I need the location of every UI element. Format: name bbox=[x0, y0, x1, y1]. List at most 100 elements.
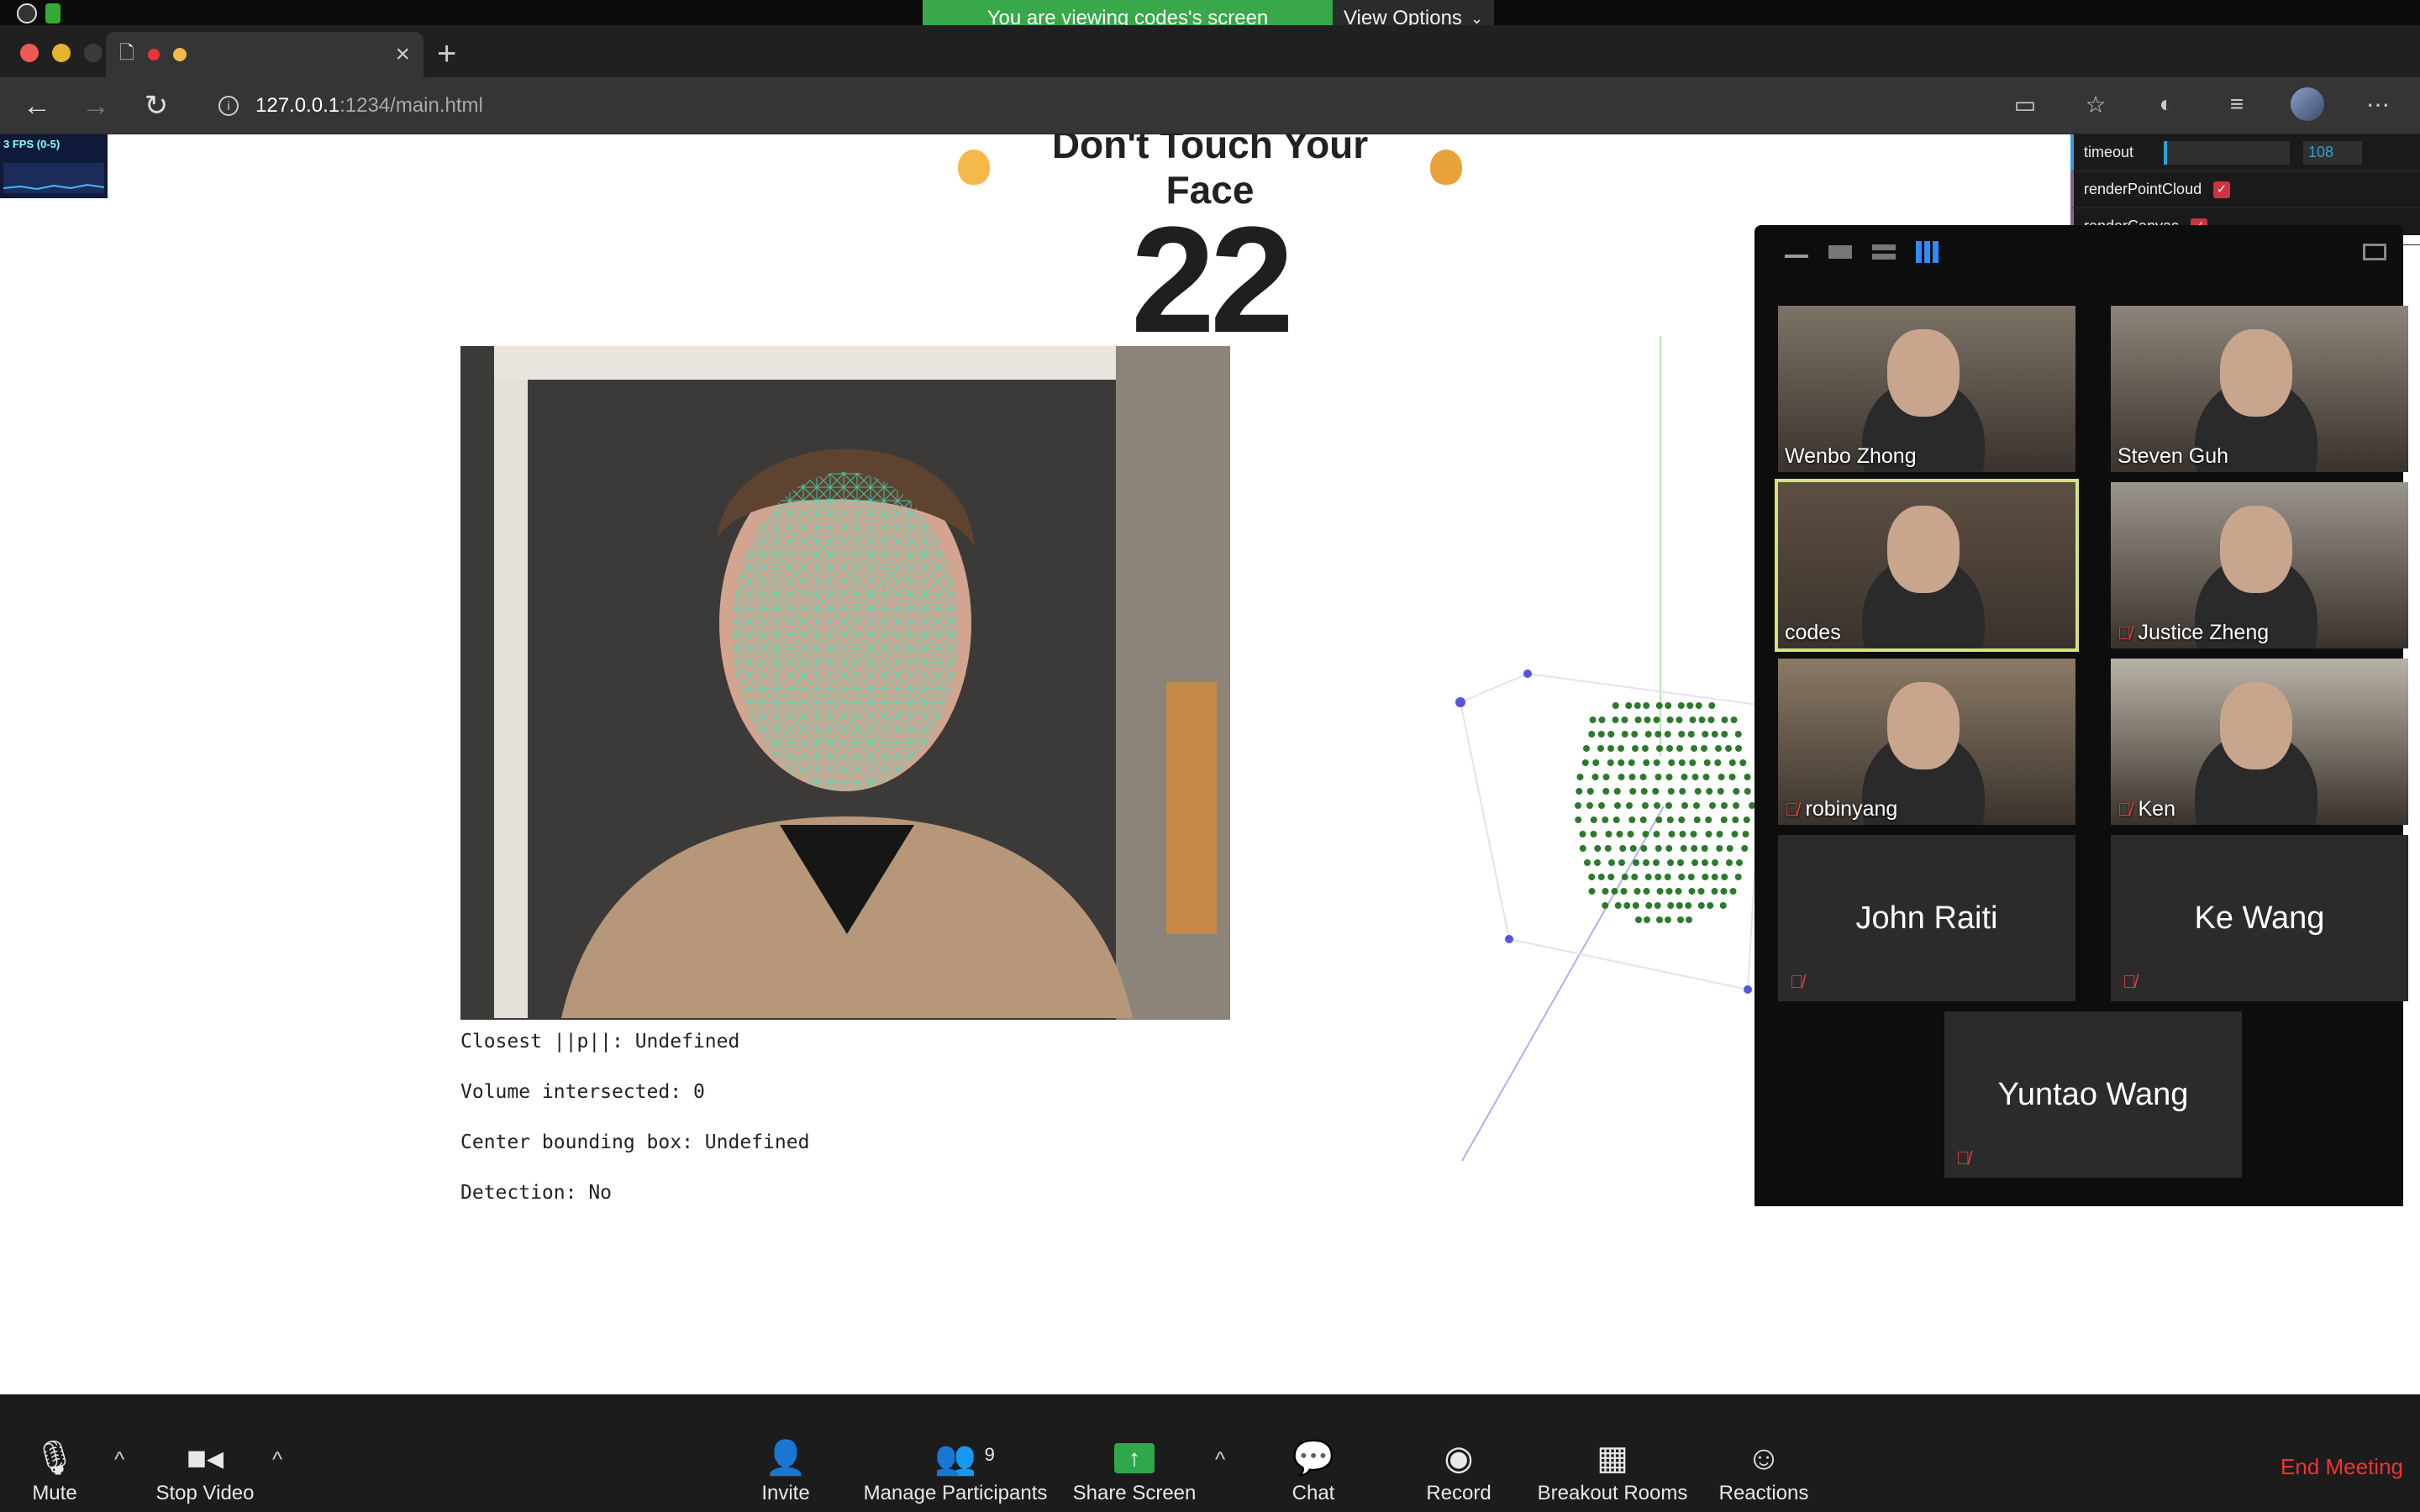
participant-video bbox=[2220, 506, 2292, 593]
browser-toolbar-icons: ▭ ☆ ◐ ≡ ⋯ bbox=[2008, 87, 2395, 121]
point-cloud-view bbox=[1455, 336, 1765, 1162]
cloud-point bbox=[1618, 759, 1625, 766]
cloud-point bbox=[1653, 859, 1660, 866]
minimize-window-icon[interactable] bbox=[52, 44, 71, 62]
cloud-point bbox=[1629, 845, 1637, 852]
cloud-point bbox=[1602, 774, 1610, 780]
participant-count-badge: 9 bbox=[984, 1444, 995, 1465]
participant-tile[interactable]: Steven Guh bbox=[2111, 306, 2408, 472]
participant-tile[interactable]: John Raiti 🎙̸ bbox=[1778, 835, 2075, 1001]
cloud-point bbox=[1691, 859, 1698, 866]
cloud-point bbox=[1736, 859, 1743, 866]
muted-mic-icon: 🎙̸ bbox=[1956, 1147, 1970, 1168]
cloud-point bbox=[1697, 902, 1705, 909]
star-icon[interactable]: ☆ bbox=[2079, 91, 2112, 118]
site-info-icon[interactable]: i bbox=[218, 96, 239, 116]
participant-tile[interactable]: 🎙̸ Ken bbox=[2111, 659, 2408, 825]
cloud-point bbox=[1612, 702, 1619, 709]
cloud-point bbox=[1678, 759, 1686, 766]
forward-arrow-icon[interactable]: → bbox=[77, 87, 114, 124]
camera-icon[interactable]: ▭ bbox=[2008, 91, 2042, 118]
participant-video bbox=[1887, 329, 1960, 417]
participant-tile[interactable]: 🎙̸ Justice Zheng bbox=[2111, 482, 2408, 648]
cloud-point bbox=[1656, 916, 1663, 923]
minimize-view-icon[interactable] bbox=[1785, 246, 1808, 258]
cloud-point bbox=[1575, 802, 1581, 809]
cloud-point bbox=[1691, 745, 1697, 752]
participant-video bbox=[2220, 682, 2292, 769]
collections-icon[interactable]: ≡ bbox=[2220, 91, 2254, 118]
chat-button[interactable]: 💬 Chat bbox=[1277, 1421, 1349, 1512]
cloud-point bbox=[1721, 717, 1728, 723]
audio-options-caret-icon[interactable]: ^ bbox=[114, 1446, 124, 1473]
reload-icon[interactable]: ↻ bbox=[138, 87, 175, 124]
breakout-rooms-button[interactable]: ▦ Breakout Rooms bbox=[1534, 1421, 1691, 1512]
participant-tile[interactable]: Ke Wang 🎙̸ bbox=[2111, 835, 2408, 1001]
cloud-point bbox=[1631, 874, 1639, 880]
cloud-point bbox=[1588, 874, 1596, 880]
end-meeting-button[interactable]: End Meeting bbox=[2281, 1446, 2403, 1487]
cloud-point bbox=[1655, 702, 1663, 709]
timeout-value[interactable]: 108 bbox=[2303, 140, 2363, 165]
participant-tile[interactable]: Wenbo Zhong bbox=[1778, 306, 2075, 472]
back-arrow-icon[interactable]: ← bbox=[18, 87, 55, 124]
cloud-point bbox=[1721, 731, 1728, 738]
close-window-icon[interactable] bbox=[20, 44, 39, 62]
cloud-point bbox=[1614, 802, 1621, 809]
participant-name: codes bbox=[1785, 621, 1841, 645]
cloud-point bbox=[1584, 859, 1591, 866]
cloud-point bbox=[1643, 702, 1650, 709]
participants-gallery: Wenbo Zhong Steven Guh codes 🎙̸ Justice Zhen… bbox=[1754, 225, 2408, 1206]
manage-participants-button[interactable]: 👥 9 Manage Participants bbox=[859, 1421, 1052, 1512]
cloud-point bbox=[1675, 888, 1682, 895]
cloud-point bbox=[1703, 759, 1711, 766]
cloud-point bbox=[1665, 802, 1672, 809]
reactions-button[interactable]: ☺ Reactions bbox=[1714, 1421, 1813, 1512]
invite-button[interactable]: 👤 Invite bbox=[748, 1421, 823, 1512]
stop-video-button[interactable]: ■◂ Stop Video bbox=[148, 1421, 262, 1512]
cloud-point bbox=[1644, 916, 1650, 923]
new-tab-icon[interactable]: + bbox=[437, 37, 456, 71]
cloud-point bbox=[1690, 831, 1697, 837]
info-icon[interactable] bbox=[17, 3, 37, 24]
invite-label: Invite bbox=[761, 1482, 810, 1504]
cloud-point bbox=[1679, 788, 1686, 795]
add-person-icon: 👤 bbox=[765, 1440, 807, 1477]
record-button[interactable]: ◉ Record bbox=[1417, 1421, 1501, 1512]
mute-button[interactable]: 🎙 Mute bbox=[17, 1421, 92, 1512]
timeout-slider[interactable] bbox=[2164, 140, 2291, 165]
cloud-point bbox=[1619, 845, 1627, 852]
cloud-point bbox=[1575, 816, 1582, 823]
browser-tab[interactable]: 🗋 × bbox=[106, 32, 424, 77]
cloud-point bbox=[1730, 717, 1738, 723]
share-screen-button[interactable]: ↑ Share Screen bbox=[1067, 1421, 1202, 1512]
touch-counter: 22 bbox=[1130, 196, 1294, 365]
render-point-cloud-checkbox[interactable]: ✓ bbox=[2213, 181, 2231, 198]
maximize-window-icon[interactable] bbox=[84, 44, 103, 62]
url-path: :1234/main.html bbox=[339, 94, 483, 117]
extension-icon[interactable]: ◐ bbox=[2149, 91, 2183, 118]
address-bar[interactable]: i 127.0.0.1:1234/main.html bbox=[198, 84, 2030, 128]
more-icon[interactable]: ⋯ bbox=[2361, 91, 2395, 118]
video-options-caret-icon[interactable]: ^ bbox=[272, 1446, 282, 1473]
share-options-caret-icon[interactable]: ^ bbox=[1215, 1446, 1225, 1473]
profile-avatar[interactable] bbox=[2291, 87, 2324, 121]
cloud-point bbox=[1655, 874, 1662, 880]
cloud-point bbox=[1653, 831, 1660, 837]
participant-tile[interactable]: 🎙̸ robinyang bbox=[1778, 659, 2075, 825]
cloud-point bbox=[1731, 831, 1739, 837]
strip-view-icon[interactable] bbox=[1872, 244, 1896, 260]
cloud-point bbox=[1698, 717, 1706, 723]
participant-tile[interactable]: Yuntao Wang 🎙̸ bbox=[1944, 1011, 2242, 1178]
exit-fullscreen-icon[interactable] bbox=[2363, 244, 2386, 260]
participant-tile[interactable]: codes bbox=[1775, 479, 2079, 652]
gallery-view-icon[interactable] bbox=[1916, 241, 1939, 263]
gallery-view-controls bbox=[1754, 225, 2403, 279]
speaker-view-icon[interactable] bbox=[1828, 245, 1852, 259]
cloud-point bbox=[1689, 717, 1697, 723]
participant-name-text: robinyang bbox=[1805, 797, 1898, 821]
cloud-point bbox=[1734, 874, 1742, 880]
close-tab-icon[interactable]: × bbox=[395, 40, 410, 69]
muted-mic-icon: 🎙̸ bbox=[2118, 798, 2132, 820]
cloud-point bbox=[1634, 717, 1642, 723]
